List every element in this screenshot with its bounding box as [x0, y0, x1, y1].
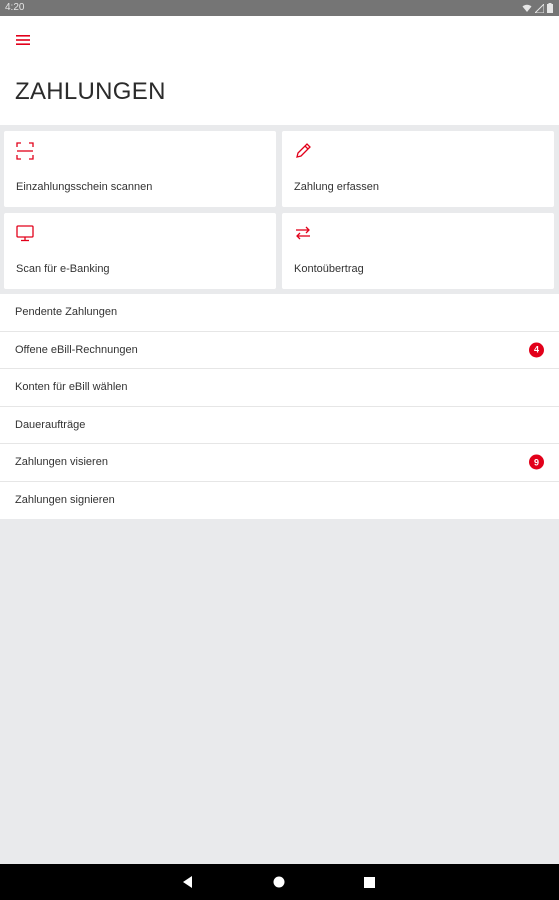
battery-icon	[547, 3, 553, 13]
list-item-label: Daueraufträge	[15, 418, 86, 431]
count-badge: 9	[529, 454, 544, 470]
back-button[interactable]	[168, 864, 208, 900]
monitor-icon	[16, 225, 34, 242]
back-icon	[183, 876, 192, 888]
home-icon	[273, 876, 285, 888]
signal-icon	[535, 3, 544, 13]
transfer-arrows-icon	[296, 226, 310, 240]
tile-scan-payment-slip[interactable]: Einzahlungsschein scannen	[4, 131, 276, 207]
home-button[interactable]	[259, 864, 299, 900]
wifi-icon	[522, 4, 532, 12]
page-title: ZAHLUNGEN	[15, 78, 166, 105]
tile-label: Zahlung erfassen	[294, 181, 379, 193]
header: ZAHLUNGEN	[0, 16, 559, 125]
recents-icon	[363, 876, 375, 888]
list-item-label: Zahlungen visieren	[15, 456, 108, 469]
list-item-ebill-accounts[interactable]: Konten für eBill wählen	[0, 369, 559, 407]
count-badge: 4	[529, 342, 544, 358]
status-time: 4:20	[5, 2, 25, 13]
list-item-standing-orders[interactable]: Daueraufträge	[0, 407, 559, 444]
tile-scan-ebanking[interactable]: Scan für e-Banking	[4, 213, 276, 289]
navigation-bar	[0, 864, 559, 900]
list-item-label: Konten für eBill wählen	[15, 381, 128, 394]
pencil-icon	[296, 143, 311, 158]
tile-enter-payment[interactable]: Zahlung erfassen	[282, 131, 554, 207]
list-item-open-ebill[interactable]: Offene eBill-Rechnungen 4	[0, 332, 559, 369]
list-item-sign-payments[interactable]: Zahlungen signieren	[0, 482, 559, 520]
status-icons	[522, 0, 553, 16]
status-bar: 4:20	[0, 0, 559, 16]
list-item-label: Zahlungen signieren	[15, 494, 115, 507]
recents-button[interactable]	[349, 864, 389, 900]
payment-menu-list: Pendente Zahlungen Offene eBill-Rechnung…	[0, 294, 559, 519]
list-item-label: Pendente Zahlungen	[15, 306, 118, 319]
list-item-pending-payments[interactable]: Pendente Zahlungen	[0, 294, 559, 332]
tile-label: Einzahlungsschein scannen	[16, 181, 153, 193]
menu-button[interactable]	[10, 28, 36, 52]
list-item-label: Offene eBill-Rechnungen	[15, 343, 138, 356]
tile-label: Kontoübertrag	[294, 263, 364, 275]
list-item-approve-payments[interactable]: Zahlungen visieren 9	[0, 444, 559, 482]
tile-account-transfer[interactable]: Kontoübertrag	[282, 213, 554, 289]
scan-icon	[16, 142, 34, 160]
hamburger-menu-icon	[16, 35, 30, 45]
tile-label: Scan für e-Banking	[16, 263, 110, 275]
